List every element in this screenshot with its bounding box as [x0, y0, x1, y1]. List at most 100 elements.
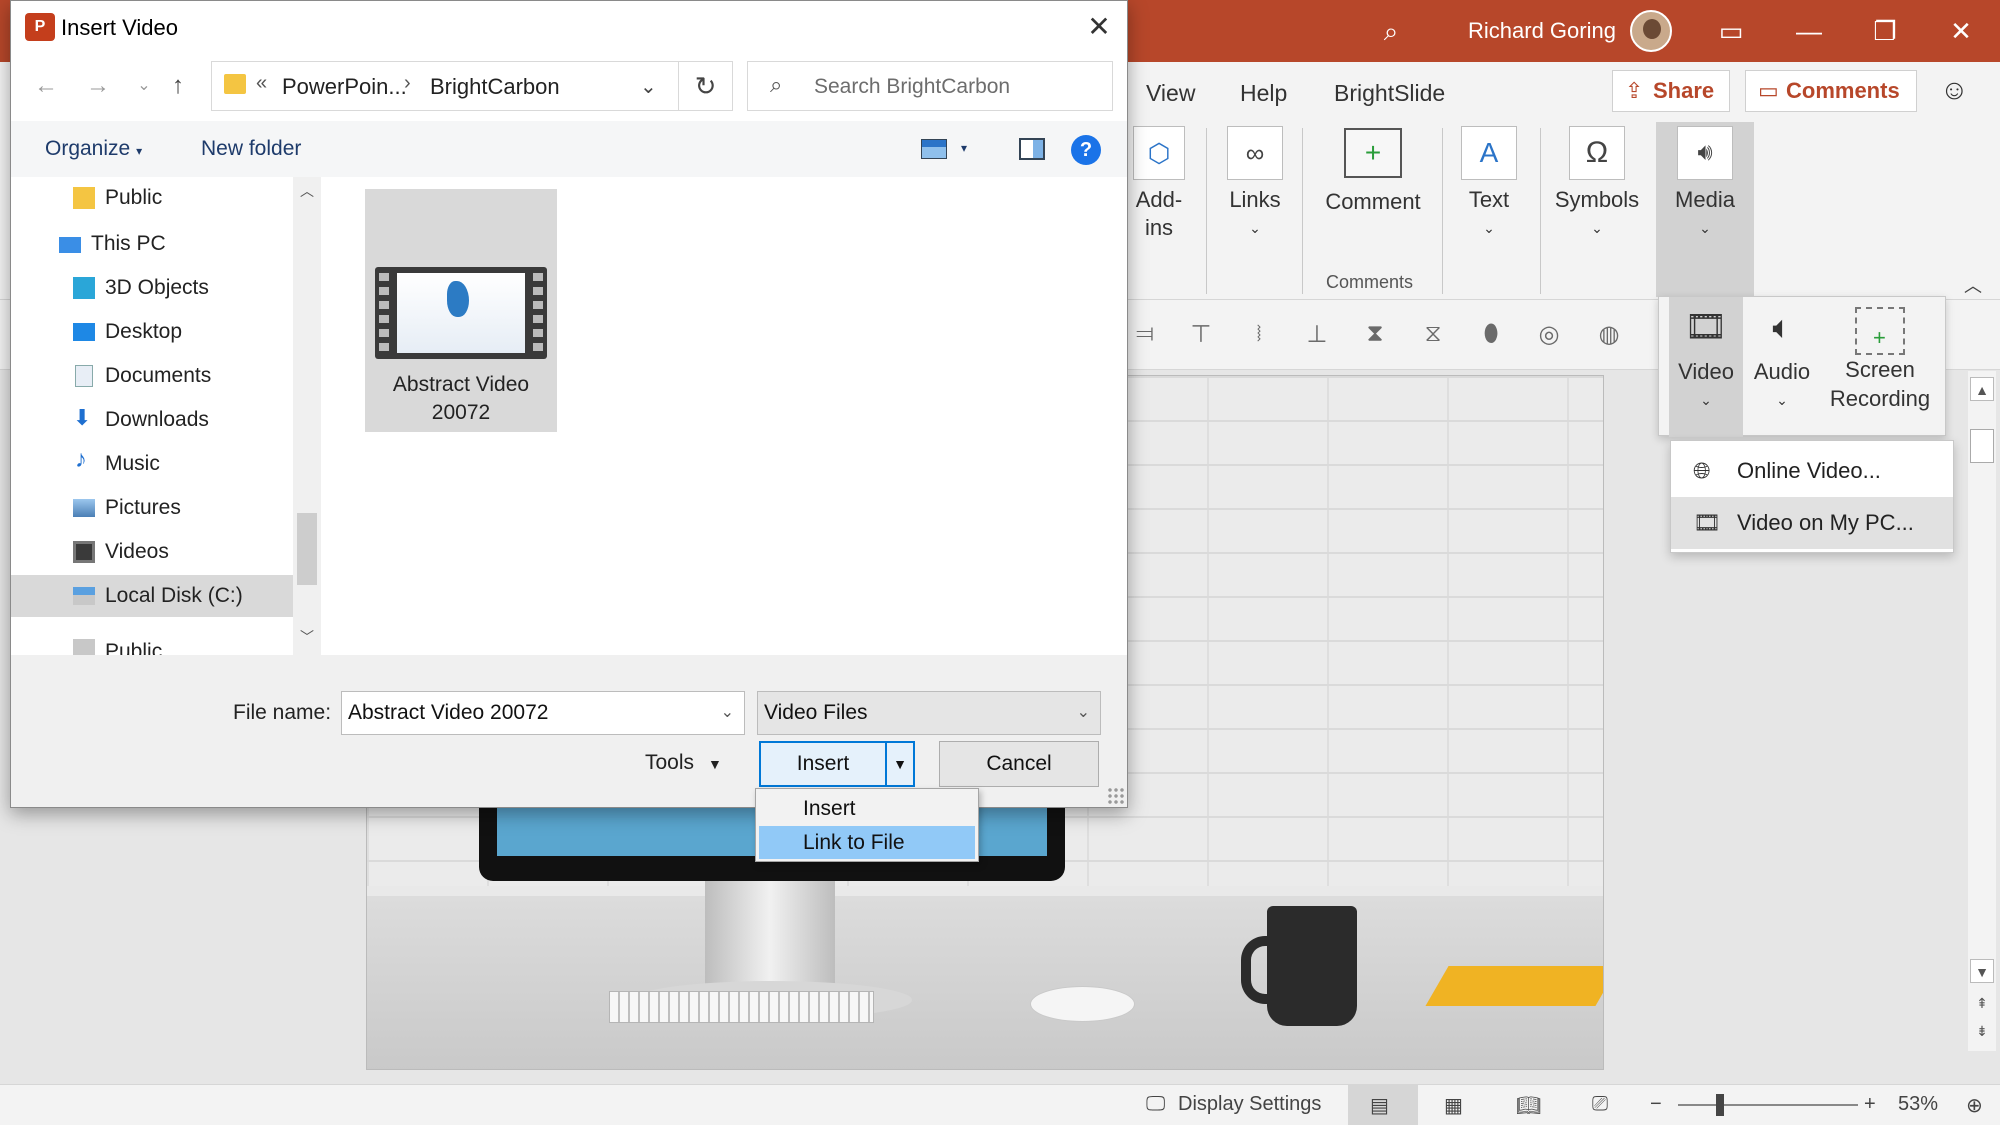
breadcrumb-powerpoint[interactable]: PowerPoin...: [282, 74, 407, 100]
close-window-icon[interactable]: ✕: [1942, 12, 1980, 50]
address-bar[interactable]: « PowerPoin... › BrightCarbon ⌄: [211, 61, 679, 111]
tab-view[interactable]: View: [1146, 80, 1195, 107]
video-button[interactable]: 🎞︎ Video ⌄: [1669, 307, 1743, 415]
nav-item-videos[interactable]: Videos: [11, 531, 293, 573]
zoom-slider-thumb[interactable]: [1716, 1094, 1724, 1116]
folder-icon: [73, 187, 95, 209]
zoom-in-icon[interactable]: +: [1864, 1093, 1876, 1116]
breadcrumb-separator[interactable]: ›: [404, 72, 411, 95]
change-view-icon[interactable]: [921, 139, 947, 159]
reading-view-icon[interactable]: 📖︎: [1516, 1093, 1541, 1118]
zoom-level[interactable]: 53%: [1898, 1093, 1938, 1116]
comments-button[interactable]: ▭ Comments: [1745, 70, 1917, 112]
nav-item-desktop[interactable]: Desktop: [11, 311, 293, 353]
insert-button-label[interactable]: Insert: [761, 743, 885, 785]
up-arrow-icon[interactable]: ↑: [163, 71, 193, 101]
normal-view-icon[interactable]: ▤: [1370, 1093, 1389, 1118]
help-icon[interactable]: ?: [1071, 135, 1101, 165]
breadcrumb-brightcarbon[interactable]: BrightCarbon: [430, 74, 560, 100]
nav-item-network-drive[interactable]: Public (\\SYNOLOGY: [11, 619, 293, 655]
breadcrumb-overflow[interactable]: «: [256, 72, 267, 95]
forward-arrow-icon[interactable]: →: [83, 71, 113, 101]
nav-item-music[interactable]: ♪ Music: [11, 443, 293, 485]
tools-button[interactable]: Tools ▼: [645, 751, 722, 775]
organize-button[interactable]: Organize ▾: [45, 137, 142, 161]
nav-scroll-thumb[interactable]: [297, 513, 317, 585]
view-dropdown-icon[interactable]: ▾: [961, 141, 967, 155]
cancel-button[interactable]: Cancel: [939, 741, 1099, 787]
user-name[interactable]: Richard Goring: [1468, 18, 1616, 44]
align-bottom-icon[interactable]: ⊥: [1300, 320, 1334, 352]
video-on-pc-item[interactable]: 🎞︎ Video on My PC...: [1671, 497, 1953, 549]
scroll-up-icon[interactable]: ︿: [293, 181, 321, 201]
scroll-down-icon[interactable]: ﹀: [293, 627, 321, 647]
symbols-button[interactable]: Ω Symbols ⌄: [1552, 126, 1642, 242]
smiley-icon[interactable]: ☺: [1940, 74, 1969, 106]
collapse-ribbon-icon[interactable]: ︿: [1964, 272, 1982, 298]
search-icon[interactable]: ⌕: [1372, 12, 1410, 50]
nav-item-downloads[interactable]: ⬇ Downloads: [11, 399, 293, 441]
nav-scrollbar[interactable]: ︿ ﹀: [293, 177, 321, 655]
slideshow-icon[interactable]: ⎚: [1592, 1093, 1608, 1116]
tab-brightslide[interactable]: BrightSlide: [1334, 80, 1445, 107]
audio-button[interactable]: 🔈︎ Audio ⌄: [1745, 307, 1819, 415]
align-middle-icon[interactable]: ⧘: [1242, 320, 1276, 352]
prev-slide-icon[interactable]: ⇞: [1970, 991, 1994, 1015]
recent-chevron-icon[interactable]: ⌄: [129, 71, 159, 101]
insert-menu-item-link-to-file[interactable]: Link to File: [759, 826, 975, 859]
chevron-down-icon[interactable]: ⌄: [721, 692, 734, 734]
refresh-button[interactable]: ↻: [679, 61, 733, 111]
vertical-scrollbar[interactable]: ▲ ▼ ⇞ ⇟: [1968, 371, 1996, 1051]
nav-item-this-pc[interactable]: This PC: [11, 223, 293, 265]
tab-help[interactable]: Help: [1240, 80, 1287, 107]
preview-pane-icon[interactable]: [1019, 138, 1045, 160]
comment-button[interactable]: + Comment: [1318, 128, 1428, 216]
merge-intersect-icon[interactable]: ◍: [1592, 320, 1626, 352]
align-right-icon[interactable]: ⫤: [1128, 320, 1162, 352]
insert-dropdown-icon[interactable]: ▼: [885, 743, 913, 785]
zoom-slider-track[interactable]: [1678, 1104, 1858, 1106]
distribute-vertical-icon[interactable]: ⧖: [1416, 320, 1450, 352]
display-settings-label[interactable]: Display Settings: [1178, 1093, 1321, 1116]
zoom-out-icon[interactable]: −: [1650, 1093, 1662, 1116]
addins-button[interactable]: ⬡ Add- ins: [1128, 126, 1190, 242]
online-video-item[interactable]: 🌐︎ Online Video...: [1671, 445, 1953, 497]
insert-split-button[interactable]: Insert ▼: [759, 741, 915, 787]
nav-item-pictures[interactable]: Pictures: [11, 487, 293, 529]
slide-sorter-icon[interactable]: ▦: [1444, 1093, 1463, 1118]
merge-union-icon[interactable]: ⬮: [1474, 320, 1508, 352]
scroll-up-icon[interactable]: ▲: [1970, 377, 1994, 401]
close-icon[interactable]: ✕: [1079, 9, 1119, 45]
nav-item-local-disk[interactable]: Local Disk (C:): [11, 575, 293, 617]
new-folder-button[interactable]: New folder: [201, 137, 301, 161]
scroll-thumb[interactable]: [1970, 429, 1994, 463]
scroll-down-icon[interactable]: ▼: [1970, 959, 1994, 983]
screen-recording-button[interactable]: + Screen Recording: [1821, 307, 1939, 413]
next-slide-icon[interactable]: ⇟: [1970, 1019, 1994, 1043]
ribbon-display-icon[interactable]: ▭: [1712, 12, 1750, 50]
minimize-icon[interactable]: —: [1790, 12, 1828, 50]
address-dropdown-icon[interactable]: ⌄: [640, 74, 657, 99]
search-box[interactable]: ⌕ Search BrightCarbon: [747, 61, 1113, 111]
display-settings-icon[interactable]: 🖵︎: [1146, 1093, 1165, 1116]
fit-slide-icon[interactable]: ⊕: [1966, 1093, 1983, 1118]
file-area: Abstract Video 20072: [329, 177, 1127, 655]
merge-combine-icon[interactable]: ◎: [1532, 320, 1566, 352]
insert-menu-item-insert[interactable]: Insert: [759, 792, 975, 825]
media-button[interactable]: 🔊︎ Media ⌄: [1664, 126, 1746, 242]
restore-icon[interactable]: ❐: [1866, 12, 1904, 50]
file-type-select[interactable]: Video Files ⌄: [757, 691, 1101, 735]
nav-item-public[interactable]: Public: [11, 177, 293, 219]
distribute-horizontal-icon[interactable]: ⧗: [1358, 320, 1392, 352]
nav-item-3d-objects[interactable]: 3D Objects: [11, 267, 293, 309]
avatar[interactable]: [1630, 10, 1672, 52]
file-name-input[interactable]: Abstract Video 20072 ⌄: [341, 691, 745, 735]
resize-grip-icon[interactable]: [1107, 787, 1125, 805]
nav-item-documents[interactable]: Documents: [11, 355, 293, 397]
text-button[interactable]: A Text ⌄: [1456, 126, 1522, 242]
links-button[interactable]: ∞ Links ⌄: [1218, 126, 1292, 242]
align-top-icon[interactable]: ⊤: [1184, 320, 1218, 352]
back-arrow-icon[interactable]: ←: [31, 71, 61, 101]
file-tile[interactable]: Abstract Video 20072: [365, 189, 557, 432]
share-button[interactable]: ⇪ Share: [1612, 70, 1730, 112]
